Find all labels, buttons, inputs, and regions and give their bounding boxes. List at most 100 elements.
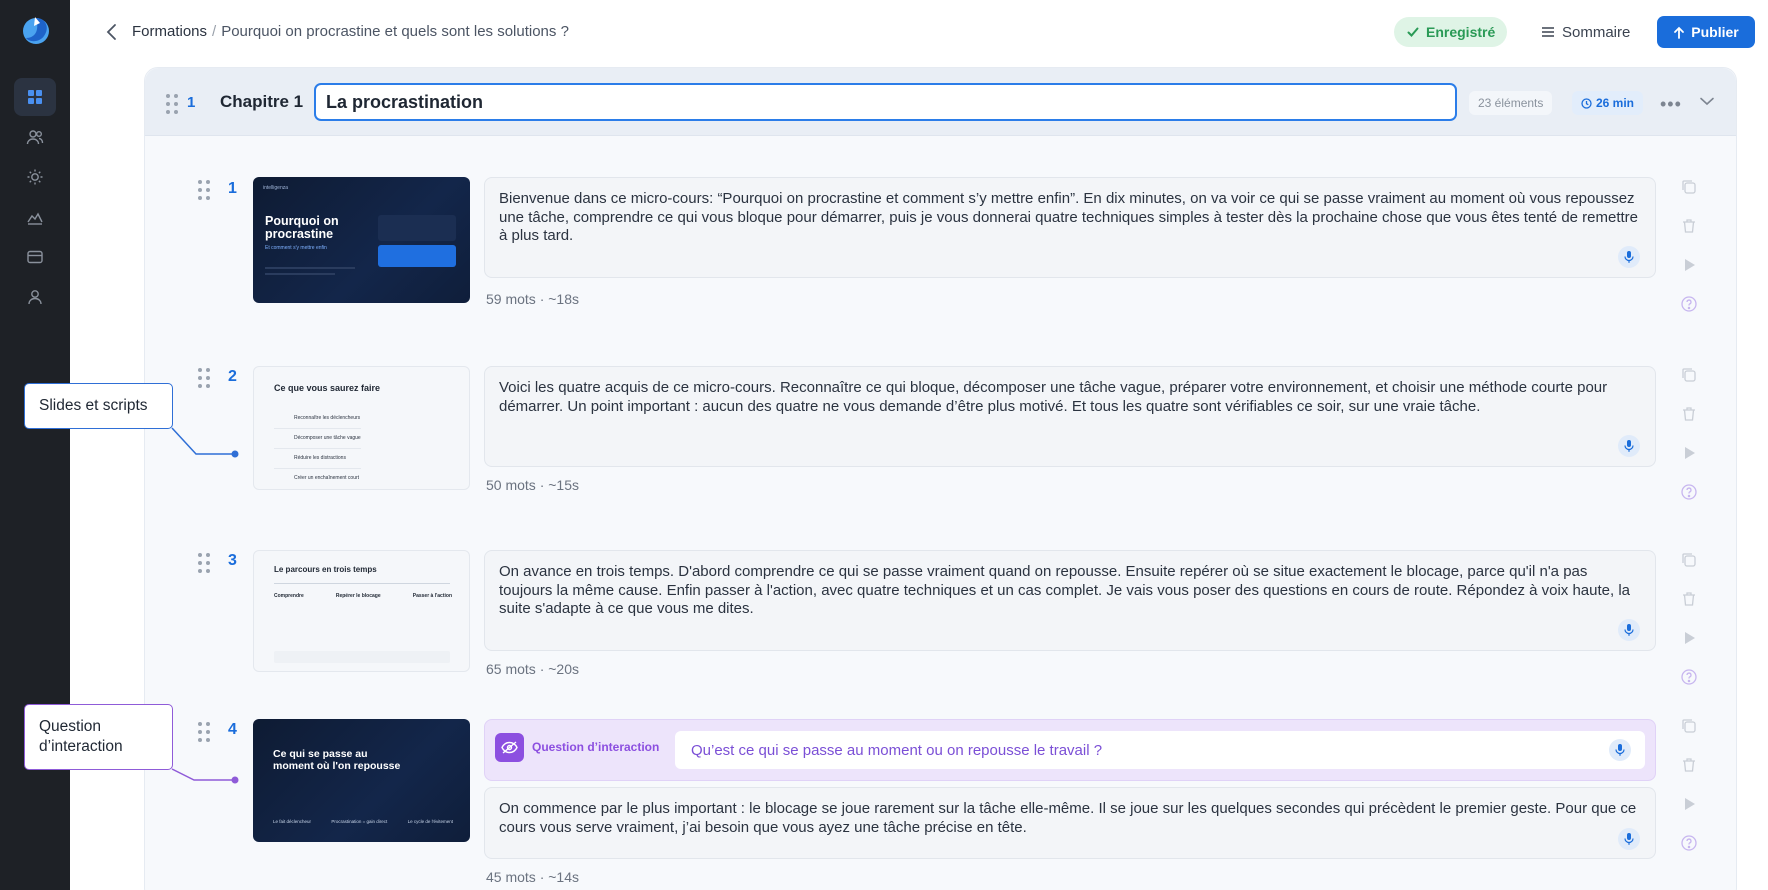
mic-icon[interactable] [1618,828,1640,850]
thumb-footer: Le fait déclencheur Procrastination = ga… [273,819,453,824]
nav-user[interactable] [14,278,56,316]
thumb-title: Ce que vous saurez faire [274,383,381,393]
card-icon [27,250,43,264]
thumb-timeline [274,583,450,584]
trash-icon[interactable] [1680,590,1698,608]
chapter-number: 1 [187,94,196,111]
thumb-title: Ce qui se passe au moment où l'on repous… [273,748,401,772]
slide-number: 4 [228,721,237,738]
list-icon [1542,27,1554,37]
breadcrumb-root[interactable]: Formations [132,23,207,40]
thumb-list-item: Décomposer une tâche vague [274,429,361,449]
thumb-line [265,273,335,275]
thumb-line [265,267,355,269]
breadcrumb-separator: / [212,23,217,40]
saved-status-badge: Enregistré [1394,17,1508,47]
slide-actions [1680,717,1698,873]
slide-actions [1680,551,1698,707]
nav-users[interactable] [14,118,56,156]
thumb-column: Repérer le blocage [335,593,381,599]
elements-count-badge: 23 éléments [1469,91,1553,115]
back-arrow-icon[interactable] [102,21,122,43]
help-icon[interactable] [1680,834,1698,852]
publish-label: Publier [1691,24,1739,40]
thumb-footer-item: Procrastination = gain direct [331,819,388,824]
play-icon[interactable] [1680,795,1698,813]
slide-stats: 65 mots · ~20s [486,661,579,677]
eye-off-icon[interactable] [495,733,524,762]
question-input[interactable]: Qu’est ce qui se passe au moment ou on r… [675,731,1645,769]
thumb-list: Reconnaître les déclencheurs Décomposer … [274,409,361,488]
thumb-highlight [378,245,456,267]
slide-script-textarea[interactable]: On commence par le plus important : le b… [484,787,1656,859]
slide-drag-handle-icon[interactable] [198,553,210,573]
trash-icon[interactable] [1680,405,1698,423]
summary-button[interactable]: Sommaire [1541,17,1630,47]
slide-stats: 50 mots · ~15s [486,477,579,493]
thumb-title: Pourquoi on procrastine [265,214,339,241]
chevron-down-icon[interactable] [1698,92,1716,110]
help-icon[interactable] [1680,483,1698,501]
users-icon [26,130,44,145]
publish-button[interactable]: Publier [1657,16,1755,48]
slide-number: 1 [228,180,237,197]
chapter-drag-handle-icon[interactable] [166,94,178,114]
callout-slides-scripts: Slides et scripts [24,383,173,429]
thumb-column: Comprendre [274,593,304,599]
play-icon[interactable] [1680,629,1698,647]
slide-thumbnail[interactable]: Ce que vous saurez faire Reconnaître les… [253,366,470,490]
arrow-up-icon [1674,26,1685,39]
slide-thumbnail[interactable]: Le parcours en trois temps Comprendre Re… [253,550,470,672]
slide-stats: 45 mots · ~14s [486,869,579,885]
thumb-list-item: Créer un enchaînement court [294,475,360,481]
breadcrumb: Formations / Pourquoi on procrastine et qu… [132,23,569,40]
slide-drag-handle-icon[interactable] [198,368,210,388]
app-logo[interactable] [20,14,52,46]
play-icon[interactable] [1680,256,1698,274]
slide-script-textarea[interactable]: Voici les quatre acquis de ce micro-cour… [484,366,1656,467]
copy-icon[interactable] [1680,717,1698,735]
dashboard-icon [28,90,42,104]
interaction-question-box: Question d’interaction Qu’est ce qui se … [484,719,1656,781]
breadcrumb-current: Pourquoi on procrastine et quels sont le… [221,23,569,40]
play-icon[interactable] [1680,444,1698,462]
nav-dashboard[interactable] [14,78,56,116]
help-icon[interactable] [1680,668,1698,686]
mic-icon[interactable] [1618,619,1640,641]
trash-icon[interactable] [1680,756,1698,774]
chapter-label: Chapitre 1 [220,92,304,111]
duration-label: 26 min [1596,96,1635,110]
slide-script-textarea[interactable]: Bienvenue dans ce micro-cours: “Pourquoi… [484,177,1656,278]
nav-card[interactable] [14,238,56,276]
slide-actions [1680,366,1698,522]
callout-label: Slides et scripts [39,397,148,414]
mic-icon[interactable] [1609,739,1631,761]
mic-icon[interactable] [1618,435,1640,457]
slide-drag-handle-icon[interactable] [198,722,210,742]
thumb-panel [378,215,456,241]
slide-number: 2 [228,368,237,385]
copy-icon[interactable] [1680,366,1698,384]
thumb-column: Passer à l'action [412,593,452,599]
slide-drag-handle-icon[interactable] [198,180,210,200]
slide-thumbnail[interactable]: intelligenza Pourquoi on procrastine Et … [253,177,470,303]
sun-icon [27,169,43,185]
nav-sun[interactable] [14,158,56,196]
nav-chart[interactable] [14,198,56,236]
copy-icon[interactable] [1680,551,1698,569]
copy-icon[interactable] [1680,178,1698,196]
thumb-subtitle: Et comment s'y mettre enfin [265,245,327,251]
question-label: Question d’interaction [532,740,660,754]
thumb-title: Le parcours en trois temps [274,565,377,574]
thumb-columns: Comprendre Repérer le blocage Passer à l… [274,593,452,599]
more-options-icon[interactable]: ••• [1660,94,1682,115]
trash-icon[interactable] [1680,217,1698,235]
duration-badge: 26 min [1572,91,1644,115]
chapter-title-input[interactable]: La procrastination [314,83,1457,121]
check-icon [1407,27,1419,37]
help-icon[interactable] [1680,295,1698,313]
slide-script-textarea[interactable]: On avance en trois temps. D'abord compre… [484,550,1656,651]
mic-icon[interactable] [1618,246,1640,268]
slide-stats: 59 mots · ~18s [486,291,579,307]
slide-thumbnail[interactable]: Ce qui se passe au moment où l'on repous… [253,719,470,842]
